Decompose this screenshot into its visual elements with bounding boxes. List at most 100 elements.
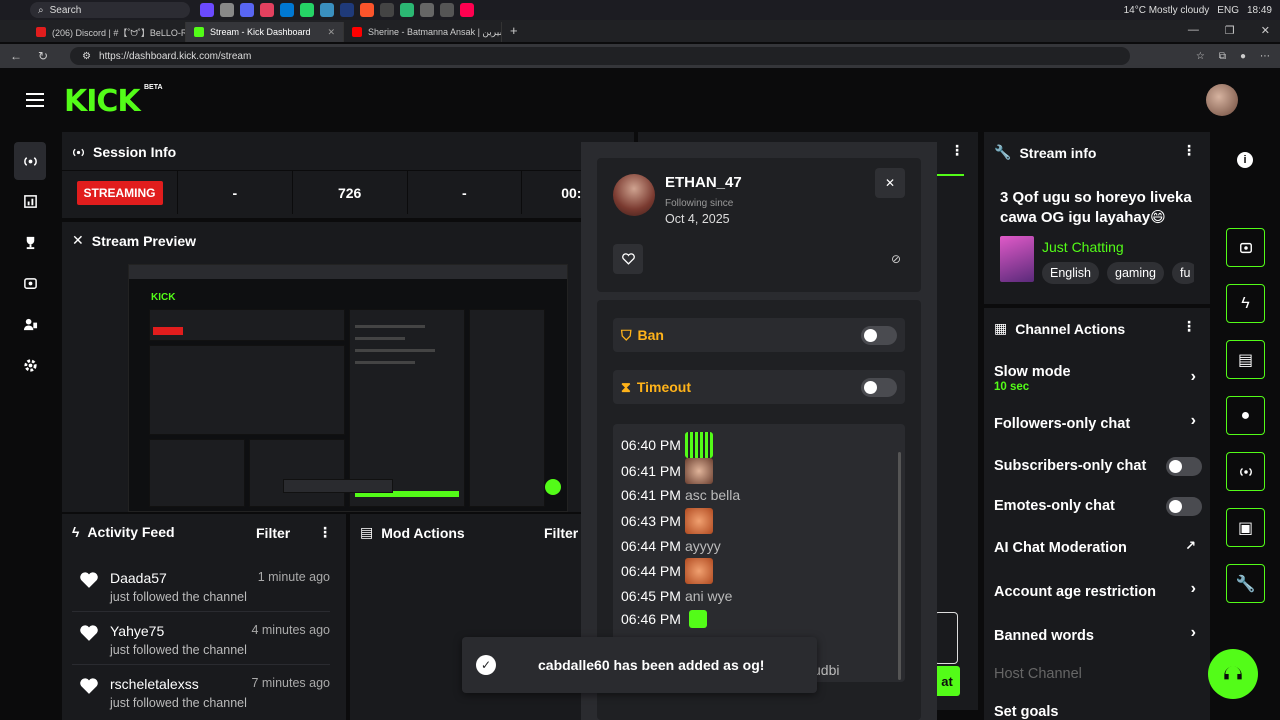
chevron-right-icon[interactable]: › <box>1191 624 1196 642</box>
activity-feed-panel: ϟ Activity Feed Filter ⋮ Daada57 just fo… <box>62 514 346 720</box>
language-indicator[interactable]: ENG <box>1217 5 1239 16</box>
rail-scenes-button[interactable]: ▣ <box>1226 508 1265 547</box>
preview-collapse-icon[interactable]: ✕ <box>72 232 84 249</box>
app-icon[interactable] <box>400 3 414 17</box>
tiktok-icon[interactable] <box>460 3 474 17</box>
back-icon[interactable]: ← <box>10 49 22 63</box>
ban-toggle[interactable] <box>861 326 897 345</box>
followers-only-row[interactable]: Followers-only chat <box>994 416 1204 432</box>
nav-stream-icon[interactable] <box>14 142 46 180</box>
chevron-right-icon[interactable]: › <box>1191 412 1196 430</box>
close-popup-button[interactable]: ✕ <box>875 168 905 198</box>
rail-clips-button[interactable] <box>1226 228 1265 267</box>
message-scrollbar[interactable] <box>898 452 901 680</box>
new-tab-button[interactable]: + <box>502 23 526 42</box>
activity-username[interactable]: Yahye75 <box>110 623 164 639</box>
nav-settings-icon[interactable] <box>14 355 46 375</box>
app-icon[interactable] <box>340 3 354 17</box>
preview-status <box>153 327 183 335</box>
info-icon[interactable]: i <box>1237 152 1253 168</box>
set-goals-row[interactable]: Set goals <box>994 704 1204 720</box>
timeout-row: ⧗ Timeout <box>613 370 905 404</box>
browser-tab-discord[interactable]: (206) Discord | #【˚ᗢ˚】BeLLO-ReC... <box>28 22 186 42</box>
nav-analytics-icon[interactable] <box>14 191 46 211</box>
chevron-right-icon[interactable]: › <box>1191 368 1196 386</box>
chat-kebab-icon[interactable]: ⋮ <box>950 142 964 159</box>
nav-clips-icon[interactable] <box>14 273 46 293</box>
refresh-icon[interactable]: ↻ <box>38 49 48 63</box>
mod-actions-filter-button[interactable]: Filter <box>544 525 578 541</box>
category-name[interactable]: Just Chatting <box>1042 239 1124 255</box>
rail-settings-button[interactable]: 🔧 <box>1226 564 1265 603</box>
site-info-icon[interactable]: ⚙ <box>82 51 91 62</box>
rail-quick-actions-button[interactable]: ϟ <box>1226 284 1265 323</box>
url-field[interactable]: ⚙ https://dashboard.kick.com/stream <box>70 47 1131 65</box>
close-tab-icon[interactable]: ✕ <box>327 27 335 38</box>
stream-info-header: 🔧 Stream info <box>994 144 1096 161</box>
external-link-icon[interactable]: ↗ <box>1185 538 1196 554</box>
nav-trophy-icon[interactable] <box>14 232 46 252</box>
edge-icon[interactable] <box>320 3 334 17</box>
profile-icon[interactable]: ● <box>1240 51 1246 62</box>
user-avatar[interactable] <box>613 174 655 216</box>
weather-text[interactable]: 14°C Mostly cloudy <box>1124 5 1210 16</box>
category-thumbnail <box>1000 236 1034 282</box>
app-icon[interactable] <box>300 3 314 17</box>
rail-notes-button[interactable]: ▤ <box>1226 340 1265 379</box>
rail-broadcast-button[interactable] <box>1226 452 1265 491</box>
mod-actions-header: ▤ Mod Actions <box>360 524 465 541</box>
activity-filter-button[interactable]: Filter <box>256 525 290 541</box>
subscribers-only-toggle[interactable] <box>1166 457 1202 476</box>
app-icon[interactable] <box>220 3 234 17</box>
user-card-username[interactable]: ETHAN_47 <box>665 174 742 191</box>
slow-mode-value: 10 sec <box>994 381 1030 393</box>
extensions-icon[interactable]: ⧉ <box>1219 51 1226 62</box>
camera-icon <box>1239 242 1252 253</box>
nav-community-icon[interactable] <box>14 314 46 334</box>
chat-send-button[interactable]: at <box>934 666 960 696</box>
help-chat-button[interactable] <box>1208 649 1258 699</box>
tag[interactable]: fu <box>1172 262 1194 284</box>
chevron-right-icon[interactable]: › <box>1191 580 1196 598</box>
browser-tab-youtube[interactable]: Sherine - Batmanna Ansak | شيرين <box>344 22 502 42</box>
minimize-icon[interactable]: — <box>1188 24 1199 37</box>
timeout-toggle[interactable] <box>861 378 897 397</box>
app-icon[interactable] <box>420 3 434 17</box>
chat-input-edge[interactable] <box>934 612 958 664</box>
os-search-box[interactable]: ⌕ Search <box>30 2 190 18</box>
user-avatar[interactable] <box>1206 84 1238 116</box>
activity-username[interactable]: Daada57 <box>110 570 167 586</box>
channel-actions-kebab-icon[interactable]: ⋮ <box>1182 318 1196 335</box>
close-icon[interactable]: ✕ <box>1261 24 1270 37</box>
stream-info-kebab-icon[interactable]: ⋮ <box>1182 142 1196 159</box>
ai-moderation-row[interactable]: AI Chat Moderation <box>994 540 1204 556</box>
stream-preview-video[interactable]: KICK <box>128 264 568 512</box>
menu-icon[interactable] <box>26 93 44 107</box>
emotes-only-toggle[interactable] <box>1166 497 1202 516</box>
slow-mode-row[interactable]: Slow mode 10 sec <box>994 364 1204 393</box>
app-icon[interactable] <box>280 3 294 17</box>
kick-logo[interactable]: KICK <box>64 84 141 119</box>
brave-icon[interactable] <box>360 3 374 17</box>
app-icon[interactable] <box>200 3 214 17</box>
app-icon[interactable] <box>260 3 274 17</box>
message-time: 06:46 PM <box>621 611 681 627</box>
account-age-row[interactable]: Account age restriction <box>994 584 1204 600</box>
activity-username[interactable]: rscheletalexss <box>110 676 199 692</box>
discord-icon[interactable] <box>240 3 254 17</box>
follow-button[interactable] <box>613 244 643 274</box>
favorites-icon[interactable]: ☆ <box>1196 51 1205 62</box>
emote-image <box>688 610 707 628</box>
clock[interactable]: 18:49 <box>1247 5 1272 16</box>
tag[interactable]: gaming <box>1107 262 1164 284</box>
more-icon[interactable]: ⋯ <box>1260 51 1270 62</box>
maximize-icon[interactable]: ❐ <box>1225 24 1235 37</box>
gear-icon[interactable] <box>440 3 454 17</box>
mute-user-icon[interactable]: ⊘ <box>891 252 901 266</box>
browser-tab-kick[interactable]: Stream - Kick Dashboard ✕ <box>186 22 344 42</box>
activity-kebab-icon[interactable]: ⋮ <box>318 524 332 541</box>
rail-chat-button[interactable]: ● <box>1226 396 1265 435</box>
tag[interactable]: English <box>1042 262 1099 284</box>
banned-words-row[interactable]: Banned words <box>994 628 1204 644</box>
app-icon[interactable] <box>380 3 394 17</box>
